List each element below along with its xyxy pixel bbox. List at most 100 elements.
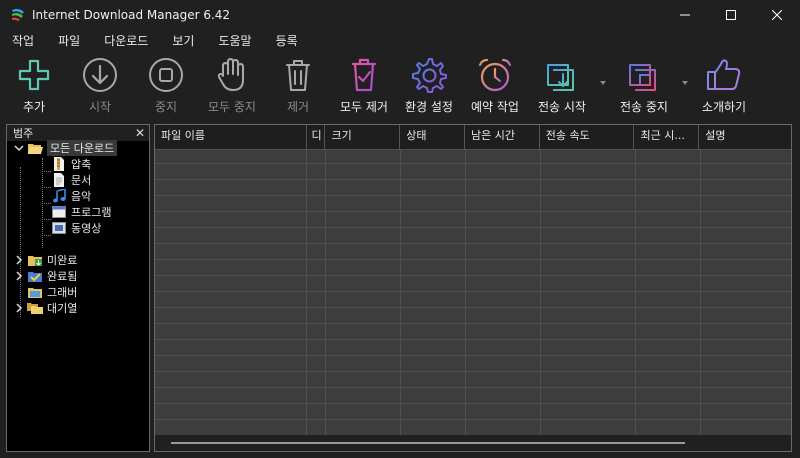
- tree-label: 압축: [71, 158, 92, 171]
- menu-downloads[interactable]: 다운로드: [92, 30, 160, 52]
- resume-label: 시작: [88, 100, 112, 114]
- unfinished-folder-icon: [27, 253, 43, 267]
- list-body[interactable]: [155, 149, 791, 435]
- categories-close-button[interactable]: ✕: [135, 126, 145, 140]
- trash-all-icon: [351, 58, 377, 92]
- start-queue-button[interactable]: 전송 시작: [532, 56, 592, 120]
- column-header-transfer-rate[interactable]: 전송 속도: [540, 125, 635, 149]
- stop-all-button[interactable]: 모두 중지: [204, 56, 260, 120]
- scrollbar-thumb[interactable]: [171, 442, 685, 444]
- tree-item-music[interactable]: 음악: [51, 188, 91, 204]
- start-queue-dropdown-icon[interactable]: [598, 78, 608, 88]
- tree-item-unfinished[interactable]: 미완료: [13, 252, 77, 268]
- column-header-size[interactable]: 크기: [325, 125, 401, 149]
- expand-chevron-icon[interactable]: [13, 302, 25, 314]
- column-header-q[interactable]: 디: [307, 125, 326, 149]
- stop-all-label: 모두 중지: [208, 100, 256, 114]
- stop-queue-label: 전송 중지: [620, 100, 668, 114]
- menu-file[interactable]: 파일: [46, 30, 92, 52]
- queue-folders-icon: [27, 301, 43, 315]
- trash-icon: [286, 60, 310, 91]
- finished-folder-icon: [27, 269, 43, 283]
- categories-panel: 범주 ✕ 모든 다운로드 압축 문서 음악 프로그램 동영상 미완료 완료됨 그…: [6, 124, 150, 452]
- window-title: Internet Download Manager 6.42: [32, 8, 231, 22]
- menu-view[interactable]: 보기: [160, 30, 206, 52]
- tree-item-compressed[interactable]: 압축: [51, 156, 91, 172]
- delete-all-label: 모두 제거: [340, 100, 388, 114]
- thumbs-up-icon: [707, 59, 741, 90]
- music-note-icon: [51, 189, 67, 203]
- tree-item-documents[interactable]: 문서: [51, 172, 91, 188]
- close-button[interactable]: [754, 0, 800, 30]
- categories-title: 범주: [13, 127, 34, 140]
- grabber-icon: [27, 285, 43, 299]
- minimize-button[interactable]: [662, 0, 708, 30]
- delete-all-button[interactable]: 모두 제거: [336, 56, 392, 120]
- menu-bar: 작업 파일 다운로드 보기 도움말 등록: [0, 30, 800, 52]
- add-button[interactable]: 추가: [14, 56, 54, 120]
- stop-button[interactable]: 중지: [146, 56, 186, 120]
- column-header-last-try[interactable]: 최근 시...: [634, 125, 700, 149]
- categories-header: 범주 ✕: [7, 125, 149, 141]
- column-header-file-name[interactable]: 파일 이름: [155, 125, 307, 149]
- tree-item-queues[interactable]: 대기열: [13, 300, 77, 316]
- tree-item-grabber[interactable]: 그래버: [27, 284, 77, 300]
- tree-item-programs[interactable]: 프로그램: [51, 204, 111, 220]
- plus-icon: [18, 59, 50, 91]
- category-tree: 모든 다운로드 압축 문서 음악 프로그램 동영상 미완료 완료됨 그래버 대기…: [7, 140, 149, 317]
- hand-icon: [217, 58, 244, 91]
- download-arrow-icon: [83, 58, 117, 92]
- tell-friend-button[interactable]: 소개하기: [696, 56, 752, 120]
- delete-button[interactable]: 제거: [278, 56, 318, 120]
- maximize-button[interactable]: [708, 0, 754, 30]
- tree-label: 동영상: [71, 222, 102, 235]
- tree-connector: [42, 203, 51, 204]
- stop-queue-dropdown-icon[interactable]: [680, 78, 690, 88]
- tree-item-all-downloads[interactable]: 모든 다운로드: [13, 140, 118, 156]
- menu-tasks[interactable]: 작업: [0, 30, 46, 52]
- column-header-time-left[interactable]: 남은 시간: [465, 125, 540, 149]
- column-header-description[interactable]: 설명: [699, 125, 791, 149]
- tree-label: 대기열: [47, 302, 78, 315]
- open-folder-icon: [27, 141, 43, 155]
- tree-label: 프로그램: [71, 206, 112, 219]
- expand-chevron-icon[interactable]: [13, 254, 25, 266]
- tree-label: 문서: [71, 174, 92, 187]
- stop-icon: [149, 58, 183, 92]
- tree-label: 미완료: [47, 254, 78, 267]
- tree-item-finished[interactable]: 완료됨: [13, 268, 77, 284]
- collapse-chevron-icon[interactable]: [13, 142, 25, 154]
- tree-connector: [42, 171, 51, 172]
- horizontal-scrollbar[interactable]: [155, 435, 791, 451]
- program-window-icon: [51, 205, 67, 219]
- column-header-status[interactable]: 상태: [400, 125, 466, 149]
- scheduler-button[interactable]: 예약 작업: [466, 56, 524, 120]
- scheduler-label: 예약 작업: [471, 100, 519, 114]
- tree-connector: [42, 187, 51, 188]
- alarm-clock-icon: [478, 58, 512, 92]
- tree-item-video[interactable]: 동영상: [51, 220, 101, 236]
- tree-label: 모든 다운로드: [47, 140, 118, 156]
- maximize-icon: [726, 10, 736, 20]
- close-icon: [772, 10, 782, 20]
- archive-file-icon: [51, 157, 67, 171]
- add-label: 추가: [22, 100, 46, 114]
- tree-connector: [20, 167, 21, 317]
- queue-start-icon: [547, 64, 574, 91]
- tree-connector: [42, 219, 51, 220]
- menu-help[interactable]: 도움말: [206, 30, 263, 52]
- gear-icon: [412, 58, 447, 93]
- menu-registration[interactable]: 등록: [264, 30, 310, 52]
- options-button[interactable]: 환경 설정: [400, 56, 458, 120]
- tree-connector: [42, 235, 51, 236]
- resume-button[interactable]: 시작: [80, 56, 120, 120]
- minimize-icon: [680, 14, 690, 16]
- queue-stop-icon: [629, 64, 656, 91]
- expand-chevron-icon[interactable]: [13, 270, 25, 282]
- stop-label: 중지: [154, 100, 178, 114]
- stop-queue-button[interactable]: 전송 중지: [614, 56, 674, 120]
- options-label: 환경 설정: [405, 100, 453, 114]
- start-queue-label: 전송 시작: [538, 100, 586, 114]
- tree-label: 음악: [71, 190, 92, 203]
- tree-label: 완료됨: [47, 270, 78, 283]
